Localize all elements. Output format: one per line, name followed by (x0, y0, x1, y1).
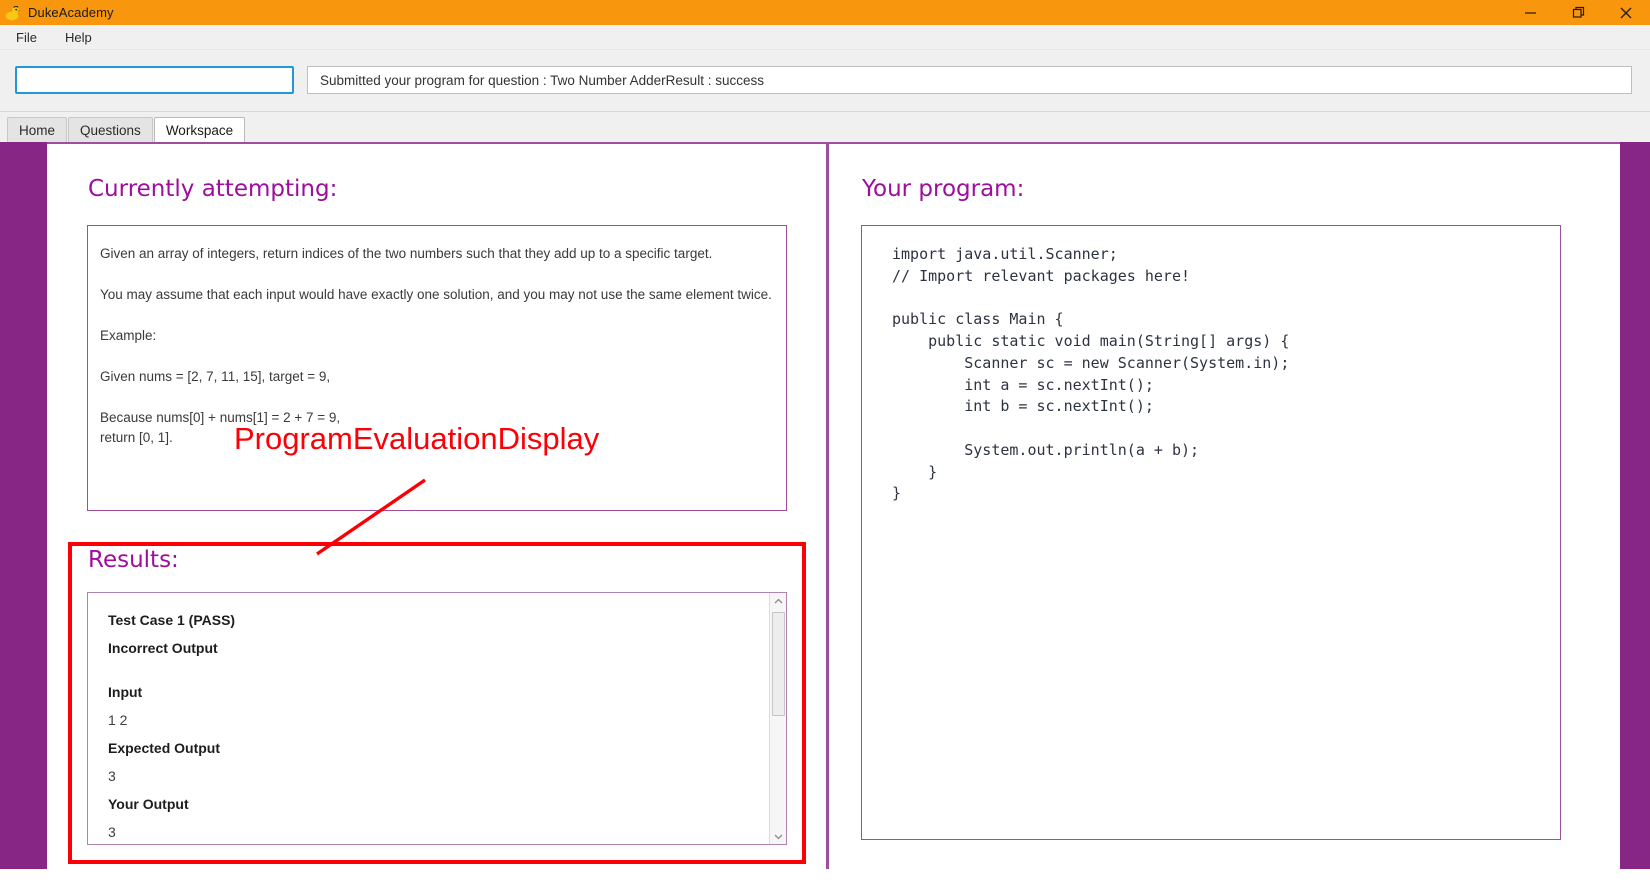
duck-icon (4, 4, 22, 22)
right-panel: Your program: import java.util.Scanner; … (829, 144, 1620, 869)
results-content: Test Case 1 (PASS) Incorrect Output Inpu… (88, 593, 770, 844)
status-text: Submitted your program for question : Tw… (320, 72, 764, 88)
title-bar: DukeAcademy (0, 0, 1650, 25)
restore-icon[interactable] (1554, 0, 1602, 25)
question-description-box: Given an array of integers, return indic… (87, 225, 787, 511)
window-title: DukeAcademy (28, 5, 114, 20)
status-field: Submitted your program for question : Tw… (307, 66, 1632, 94)
scrollbar-thumb[interactable] (772, 612, 785, 716)
question-line: Example: (100, 327, 157, 343)
right-accent-strip (1620, 142, 1650, 869)
code-editor[interactable]: import java.util.Scanner; // Import rele… (861, 225, 1561, 840)
expected-output-label: Expected Output (108, 740, 221, 756)
question-line: Given an array of integers, return indic… (100, 246, 713, 261)
window-controls (1506, 0, 1650, 25)
your-output-label: Your Output (108, 796, 189, 812)
results-heading: Results: (88, 547, 179, 573)
code-content: import java.util.Scanner; // Import rele… (892, 245, 1290, 503)
left-accent-strip (0, 142, 47, 869)
your-program-heading: Your program: (862, 176, 1025, 202)
app-window: DukeAcademy File Help Submitted your pro… (0, 0, 1650, 885)
scroll-up-icon[interactable] (770, 593, 786, 609)
menu-item-help[interactable]: Help (53, 27, 104, 48)
expected-output-value: 3 (108, 768, 116, 784)
input-label: Input (108, 684, 143, 700)
tab-questions[interactable]: Questions (68, 117, 153, 142)
annotation-label: ProgramEvaluationDisplay (234, 421, 600, 456)
tab-home[interactable]: Home (7, 117, 68, 142)
input-value: 1 2 (108, 712, 128, 728)
your-output-value: 3 (108, 824, 116, 840)
results-scrollbar[interactable] (769, 593, 786, 844)
menu-item-file[interactable]: File (4, 27, 49, 48)
test-case-title: Test Case 1 (PASS) (108, 612, 236, 628)
program-evaluation-display: Test Case 1 (PASS) Incorrect Output Inpu… (87, 592, 787, 845)
minimize-icon[interactable] (1506, 0, 1554, 25)
question-line: Given nums = [2, 7, 11, 15], target = 9, (100, 368, 331, 384)
tab-bar: Home Questions Workspace (0, 112, 1650, 142)
menu-bar: File Help (0, 25, 1650, 50)
question-line: You may assume that each input would hav… (100, 286, 772, 302)
scroll-down-icon[interactable] (770, 828, 786, 844)
currently-attempting-heading: Currently attempting: (88, 176, 338, 202)
workspace-area: Currently attempting: Given an array of … (0, 142, 1650, 885)
left-panel: Currently attempting: Given an array of … (47, 144, 826, 869)
command-input[interactable] (15, 66, 294, 94)
tab-workspace[interactable]: Workspace (153, 117, 246, 142)
close-icon[interactable] (1602, 0, 1650, 25)
test-case-verdict: Incorrect Output (108, 640, 218, 656)
